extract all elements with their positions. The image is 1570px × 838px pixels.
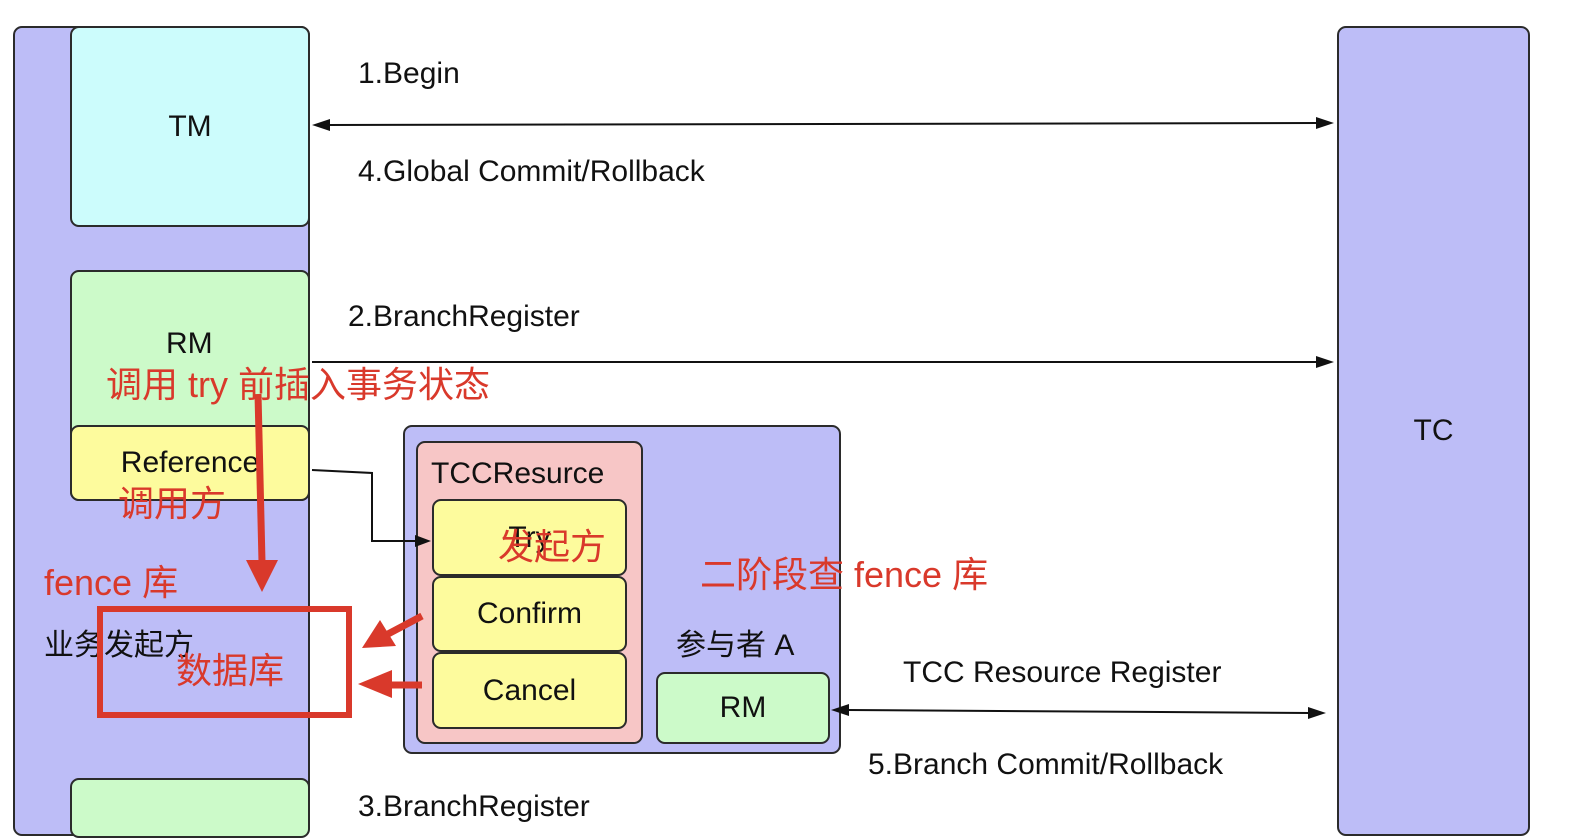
tcc-register-arrow [831,704,1326,719]
confirm-to-db-arrow [362,612,424,648]
branch-commit-label: 5.Branch Commit/Rollback [868,748,1224,781]
begin-label: 1.Begin [358,57,460,90]
tcc-resource-register-label: TCC Resource Register [903,656,1222,689]
branch-register-3-label: 3.BranchRegister [358,790,590,823]
fence-db-annotation: fence 库 [44,562,179,603]
phase-two-annotation: 二阶段查 fence 库 [700,554,989,595]
reference-try-connector [311,469,431,547]
branch-register-2-label: 2.BranchRegister [348,300,580,333]
insert-state-annotation: 调用 try 前插入事务状态 [106,364,490,405]
begin-commit-arrow [312,117,1334,131]
database-annotation: 数据库 [176,650,285,691]
red-down-arrow [246,393,278,592]
global-commit-label: 4.Global Commit/Rollback [358,155,705,188]
initiator-annotation: 发起方 [498,526,607,567]
caller-annotation: 调用方 [118,483,227,524]
cancel-to-db-arrow [358,670,422,698]
